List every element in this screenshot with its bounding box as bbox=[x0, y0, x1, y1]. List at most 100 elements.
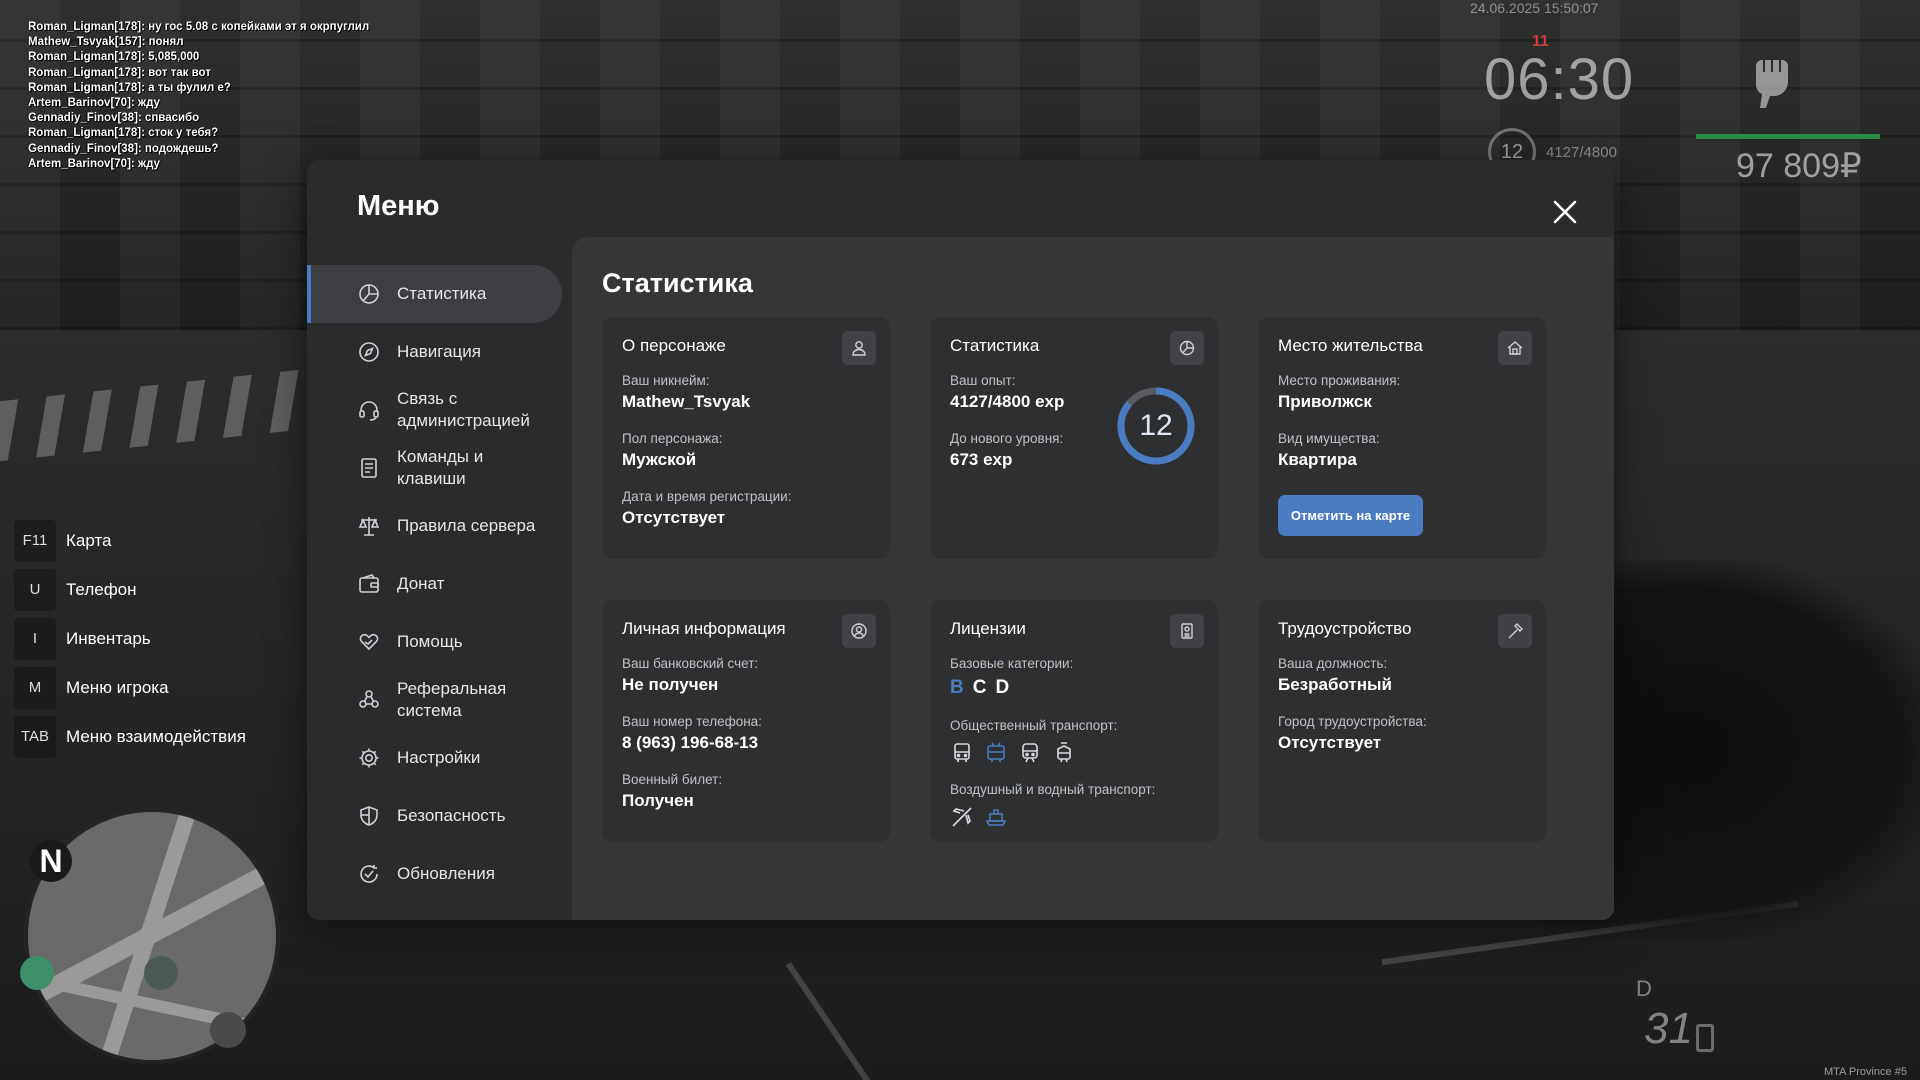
hotkey-key: I bbox=[14, 617, 56, 660]
sidebar-item-label: Обновления bbox=[397, 864, 495, 883]
hud-speed: 31 bbox=[1644, 1004, 1693, 1053]
hud-experience: 4127/4800 bbox=[1546, 144, 1617, 161]
license-category-d: D bbox=[995, 677, 1010, 698]
field-value: 673 exp bbox=[950, 450, 1013, 469]
hotkey-map: F11 Карта bbox=[14, 516, 246, 565]
hotkey-label: Меню взаимодействия bbox=[66, 726, 246, 746]
map-bank-icon bbox=[144, 956, 178, 990]
place-field: Место проживания: Приволжск bbox=[1278, 373, 1400, 412]
field-label: До нового уровня: bbox=[950, 431, 1064, 446]
sidebar-item-label: Команды и клавиши bbox=[397, 447, 484, 488]
field-label: Ваш опыт: bbox=[950, 373, 1016, 388]
trolleybus-icon bbox=[984, 741, 1008, 765]
tram-icon bbox=[1052, 741, 1076, 765]
card-title: Трудоустройство bbox=[1278, 619, 1412, 638]
sidebar-item-donate[interactable]: Донат bbox=[307, 555, 563, 613]
field-value: Квартира bbox=[1278, 450, 1357, 469]
hammer-icon bbox=[1498, 614, 1532, 648]
field-value: Не получен bbox=[622, 675, 719, 694]
next-level-field: До нового уровня: 673 exp bbox=[950, 431, 1063, 470]
wallet-icon bbox=[357, 572, 381, 596]
chat-message: Roman_Ligman[178]: а ты фулил е? bbox=[28, 81, 231, 94]
public-transport-field: Общественный транспорт: bbox=[950, 718, 1117, 765]
hotkey-key: U bbox=[14, 568, 56, 611]
chat-message: Roman_Ligman[178]: 5,085,000 bbox=[28, 51, 200, 64]
chat-message: Gennadiy_Finov[38]: спвасибо bbox=[28, 112, 200, 125]
hotkey-key: M bbox=[14, 666, 56, 709]
bank-account-field: Ваш банковский счет: Не получен bbox=[622, 656, 758, 695]
field-label: Вид имущества: bbox=[1278, 431, 1380, 446]
registration-field: Дата и время регистрации: Отсутствует bbox=[622, 489, 791, 528]
close-button[interactable] bbox=[1547, 194, 1583, 230]
field-label: Дата и время регистрации: bbox=[622, 489, 792, 504]
field-label: Ваш никнейм: bbox=[622, 373, 710, 388]
field-label: Место проживания: bbox=[1278, 373, 1401, 388]
level-number: 12 bbox=[1139, 409, 1173, 442]
user-icon bbox=[842, 331, 876, 365]
card-title: О персонаже bbox=[622, 336, 726, 355]
residence-card: Место жительства Место проживания: Приво… bbox=[1258, 317, 1546, 559]
sidebar-item-security[interactable]: Безопасность bbox=[307, 787, 563, 845]
statistics-panel: Статистика О персонаже Ваш никнейм: Math… bbox=[572, 237, 1614, 920]
sidebar-item-referral[interactable]: Реферальная система bbox=[307, 671, 563, 729]
hotkey-label: Инвентарь bbox=[66, 628, 151, 648]
plane-icon bbox=[950, 805, 974, 829]
field-label: Пол персонажа: bbox=[622, 431, 723, 446]
sidebar-item-label: Безопасность bbox=[397, 806, 506, 825]
chat-message: Artem_Barinov[70]: жду bbox=[28, 97, 160, 110]
house-icon bbox=[1498, 331, 1532, 365]
field-value: 8 (963) 196-68-13 bbox=[622, 733, 759, 752]
sidebar-item-label: Донат bbox=[397, 574, 445, 593]
property-field: Вид имущества: Квартира bbox=[1278, 431, 1380, 470]
field-label: Военный билет: bbox=[622, 772, 723, 787]
shield-icon bbox=[357, 804, 381, 828]
field-label: Общественный транспорт: bbox=[950, 718, 1118, 733]
field-value: Мужской bbox=[622, 450, 697, 469]
sidebar-item-label: Помощь bbox=[397, 632, 463, 651]
headset-icon bbox=[357, 398, 381, 422]
experience-field: Ваш опыт: 4127/4800 exp bbox=[950, 373, 1064, 412]
hotkey-interaction-menu: TAB Меню взаимодействия bbox=[14, 712, 246, 761]
sidebar-item-server-rules[interactable]: Правила сервера bbox=[307, 497, 563, 555]
document-list-icon bbox=[357, 456, 381, 480]
sidebar-item-navigation[interactable]: Навигация bbox=[307, 323, 563, 381]
minimap-road bbox=[92, 812, 200, 1060]
panel-title: Статистика bbox=[602, 268, 753, 298]
close-icon bbox=[1553, 200, 1577, 224]
hud-game-time: 06:30 bbox=[1484, 47, 1635, 112]
licenses-card: Лицензии Базовые категории: B C D Общест… bbox=[930, 600, 1218, 842]
field-label: Ваш банковский счет: bbox=[622, 656, 759, 671]
hotkey-inventory: I Инвентарь bbox=[14, 614, 246, 663]
gear-icon bbox=[357, 746, 381, 770]
military-id-field: Военный билет: Получен bbox=[622, 772, 722, 811]
sidebar-item-updates[interactable]: Обновления bbox=[307, 845, 563, 903]
bus-icon bbox=[950, 741, 974, 765]
chart-pie-icon bbox=[357, 282, 381, 306]
ship-icon bbox=[984, 805, 1008, 829]
hotkey-key: F11 bbox=[14, 519, 56, 562]
mark-on-map-button[interactable]: Отметить на карте bbox=[1278, 495, 1423, 536]
nickname-field: Ваш никнейм: Mathew_Tsvyak bbox=[622, 373, 750, 412]
field-value: Приволжск bbox=[1278, 392, 1372, 411]
hotkey-label: Карта bbox=[66, 530, 112, 550]
sidebar-item-help[interactable]: Помощь bbox=[307, 613, 563, 671]
sidebar-item-statistics[interactable]: Статистика bbox=[307, 265, 562, 323]
sidebar-item-commands[interactable]: Команды и клавиши bbox=[307, 439, 563, 497]
stats-card: Статистика Ваш опыт: 4127/4800 exp До но… bbox=[930, 317, 1218, 559]
card-title: Личная информация bbox=[622, 619, 786, 638]
sidebar-item-settings[interactable]: Настройки bbox=[307, 729, 563, 787]
sidebar-item-admin-contact[interactable]: Связь с администрацией bbox=[307, 381, 563, 439]
public-transport-icons bbox=[950, 741, 1117, 765]
license-category-c: C bbox=[972, 677, 987, 698]
field-label: Ваша должность: bbox=[1278, 656, 1388, 671]
map-tools-icon bbox=[210, 1012, 246, 1048]
phone-field: Ваш номер телефона: 8 (963) 196-68-13 bbox=[622, 714, 762, 753]
field-label: Воздушный и водный транспорт: bbox=[950, 782, 1156, 797]
refresh-check-icon bbox=[357, 862, 381, 886]
job-position-field: Ваша должность: Безработный bbox=[1278, 656, 1392, 695]
field-value: 4127/4800 exp bbox=[950, 392, 1065, 411]
hotkey-label: Телефон bbox=[66, 579, 137, 599]
hotkey-key: TAB bbox=[14, 715, 56, 758]
field-value: Mathew_Tsvyak bbox=[622, 392, 751, 411]
field-label: Базовые категории: bbox=[950, 656, 1074, 671]
